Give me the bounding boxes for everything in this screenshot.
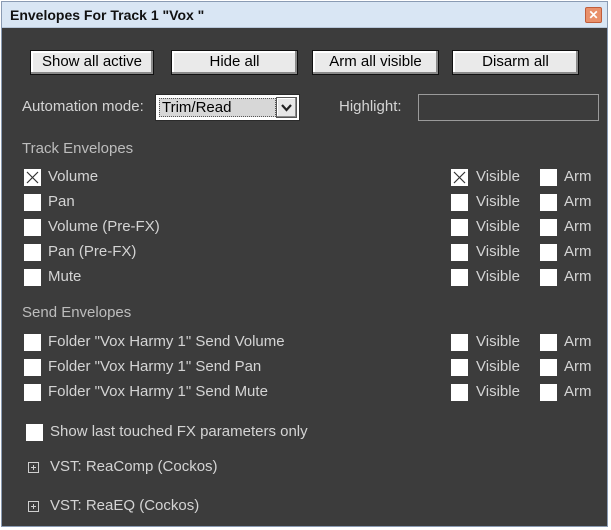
chevron-down-icon[interactable]: [276, 97, 297, 118]
expand-plus-icon[interactable]: [28, 462, 39, 473]
envelope-label: Volume: [48, 168, 99, 185]
visible-checkbox[interactable]: [451, 334, 468, 351]
envelope-checkbox[interactable]: [24, 194, 41, 211]
arm-label: Arm: [564, 243, 592, 260]
send-envelopes-title: Send Envelopes: [22, 304, 132, 321]
arm-label: Arm: [564, 383, 592, 400]
envelope-label: Pan (Pre-FX): [48, 243, 137, 260]
title-bar[interactable]: Envelopes For Track 1 "Vox " ✕: [2, 2, 607, 28]
envelope-label: Pan: [48, 193, 75, 210]
arm-all-visible-button[interactable]: Arm all visible: [312, 50, 439, 75]
highlight-label: Highlight:: [339, 98, 402, 115]
arm-checkbox[interactable]: [540, 244, 557, 261]
envelope-checkbox[interactable]: [24, 169, 41, 186]
arm-label: Arm: [564, 168, 592, 185]
envelope-label: Mute: [48, 268, 82, 285]
visible-checkbox[interactable]: [451, 169, 468, 186]
highlight-input[interactable]: [418, 94, 599, 121]
window-title: Envelopes For Track 1 "Vox ": [10, 7, 205, 23]
visible-label: Visible: [476, 333, 520, 350]
envelope-label: Folder "Vox Harmy 1" Send Pan: [48, 358, 262, 375]
envelope-checkbox[interactable]: [24, 244, 41, 261]
visible-checkbox[interactable]: [451, 194, 468, 211]
show-last-touched-checkbox[interactable]: [26, 424, 43, 441]
visible-checkbox[interactable]: [451, 359, 468, 376]
arm-checkbox[interactable]: [540, 219, 557, 236]
visible-label: Visible: [476, 193, 520, 210]
visible-label: Visible: [476, 168, 520, 185]
show-all-active-button[interactable]: Show all active: [30, 50, 154, 75]
envelope-checkbox[interactable]: [24, 334, 41, 351]
envelope-label: Volume (Pre-FX): [48, 218, 160, 235]
fx-item-reacomp[interactable]: VST: ReaComp (Cockos): [50, 458, 218, 475]
envelopes-window: Envelopes For Track 1 "Vox " ✕ Show all …: [1, 1, 608, 527]
automation-mode-value: Trim/Read: [159, 98, 276, 117]
automation-mode-select[interactable]: Trim/Read: [155, 94, 300, 121]
close-button[interactable]: ✕: [585, 7, 602, 23]
arm-label: Arm: [564, 218, 592, 235]
arm-label: Arm: [564, 333, 592, 350]
visible-checkbox[interactable]: [451, 384, 468, 401]
visible-label: Visible: [476, 243, 520, 260]
envelope-label: Folder "Vox Harmy 1" Send Volume: [48, 333, 285, 350]
automation-mode-label: Automation mode:: [22, 98, 144, 115]
arm-checkbox[interactable]: [540, 269, 557, 286]
close-icon: ✕: [588, 8, 599, 22]
arm-checkbox[interactable]: [540, 384, 557, 401]
visible-label: Visible: [476, 268, 520, 285]
arm-label: Arm: [564, 358, 592, 375]
visible-checkbox[interactable]: [451, 244, 468, 261]
arm-label: Arm: [564, 193, 592, 210]
arm-checkbox[interactable]: [540, 169, 557, 186]
fx-item-reaeq[interactable]: VST: ReaEQ (Cockos): [50, 497, 199, 514]
arm-checkbox[interactable]: [540, 334, 557, 351]
envelope-checkbox[interactable]: [24, 384, 41, 401]
arm-checkbox[interactable]: [540, 359, 557, 376]
expand-plus-icon[interactable]: [28, 501, 39, 512]
visible-label: Visible: [476, 358, 520, 375]
hide-all-button[interactable]: Hide all: [171, 50, 298, 75]
envelope-label: Folder "Vox Harmy 1" Send Mute: [48, 383, 268, 400]
envelope-checkbox[interactable]: [24, 219, 41, 236]
envelope-checkbox[interactable]: [24, 269, 41, 286]
arm-checkbox[interactable]: [540, 194, 557, 211]
show-last-touched-label: Show last touched FX parameters only: [50, 423, 308, 440]
visible-label: Visible: [476, 218, 520, 235]
disarm-all-button[interactable]: Disarm all: [452, 50, 579, 75]
visible-checkbox[interactable]: [451, 269, 468, 286]
visible-label: Visible: [476, 383, 520, 400]
visible-checkbox[interactable]: [451, 219, 468, 236]
arm-label: Arm: [564, 268, 592, 285]
envelope-checkbox[interactable]: [24, 359, 41, 376]
track-envelopes-title: Track Envelopes: [22, 140, 134, 157]
